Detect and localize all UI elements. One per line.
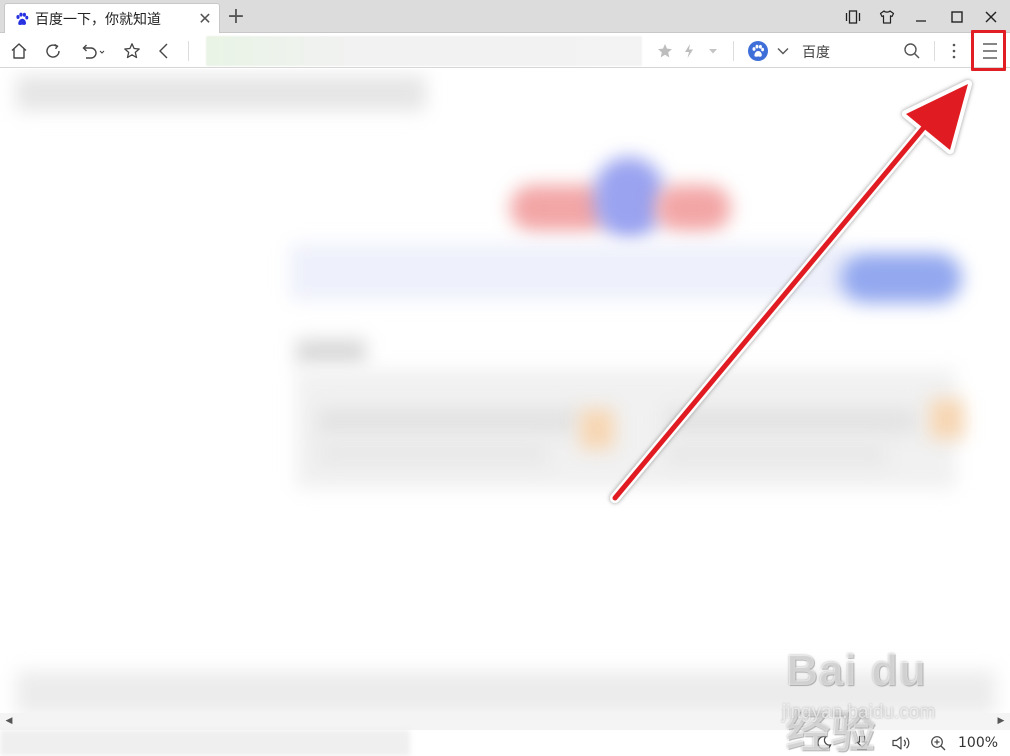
zoom-in-icon[interactable] (928, 734, 948, 752)
minimize-icon[interactable] (906, 4, 936, 30)
new-tab-button[interactable]: + (224, 5, 248, 29)
horizontal-scrollbar[interactable]: ◀ ▶ (0, 713, 1010, 730)
skin-icon[interactable] (872, 4, 902, 30)
bookmark-star-icon[interactable] (654, 39, 676, 63)
page-content-blurred (0, 69, 1010, 713)
blurred-logo-part (594, 157, 664, 239)
address-bar[interactable] (206, 36, 642, 66)
browser-toolbar: 百度 (0, 34, 1010, 68)
scroll-right-icon[interactable]: ▶ (996, 716, 1006, 727)
blurred-search-button (840, 253, 962, 303)
browser-tab[interactable]: 百度一下，你就知道 ✕ (4, 3, 220, 33)
title-bar: 百度一下，你就知道 ✕ + (0, 0, 1010, 33)
blurred-news-line (666, 409, 916, 433)
close-icon[interactable] (976, 4, 1006, 30)
maximize-icon[interactable] (942, 4, 972, 30)
toolbar-divider (188, 41, 189, 61)
status-bar: 100% (0, 730, 1010, 756)
night-mode-icon[interactable] (814, 734, 834, 752)
back-icon[interactable] (150, 38, 178, 64)
reader-mode-icon[interactable] (838, 4, 868, 30)
blurred-status-text (0, 730, 410, 756)
blurred-footer (16, 671, 996, 713)
highlight-box (971, 30, 1006, 71)
vertical-dots-icon[interactable] (940, 38, 968, 64)
volume-icon[interactable] (890, 734, 914, 752)
blurred-news-badge (580, 409, 614, 449)
blurred-news-badge (930, 399, 964, 439)
home-icon[interactable] (5, 38, 33, 64)
tab-title: 百度一下，你就知道 (35, 11, 161, 28)
blurred-nav-strip (16, 75, 426, 111)
blurred-search-box (290, 244, 850, 300)
baidu-logo-icon (748, 41, 768, 61)
blurred-news-line (666, 443, 886, 465)
toolbar-divider (934, 41, 935, 61)
favorite-icon[interactable] (118, 38, 146, 64)
scroll-left-icon[interactable]: ◀ (4, 716, 14, 727)
lightning-icon[interactable] (678, 39, 700, 63)
search-engine-label: 百度 (802, 45, 830, 61)
search-engine-selector[interactable] (748, 38, 802, 64)
blurred-logo-part (655, 185, 731, 231)
chevron-down-icon (776, 44, 790, 58)
tab-close-icon[interactable]: ✕ (193, 7, 217, 31)
undo-icon[interactable] (76, 38, 110, 64)
blurred-news-line (318, 443, 548, 465)
search-icon[interactable] (898, 38, 926, 64)
download-icon[interactable] (852, 734, 872, 752)
dropdown-icon[interactable] (702, 39, 724, 63)
blurred-news-line (318, 409, 578, 433)
blurred-heading (296, 339, 366, 365)
toolbar-divider (733, 41, 734, 61)
zoom-level[interactable]: 100% (958, 735, 998, 751)
refresh-icon[interactable] (39, 38, 67, 64)
baidu-paw-icon (15, 12, 29, 26)
